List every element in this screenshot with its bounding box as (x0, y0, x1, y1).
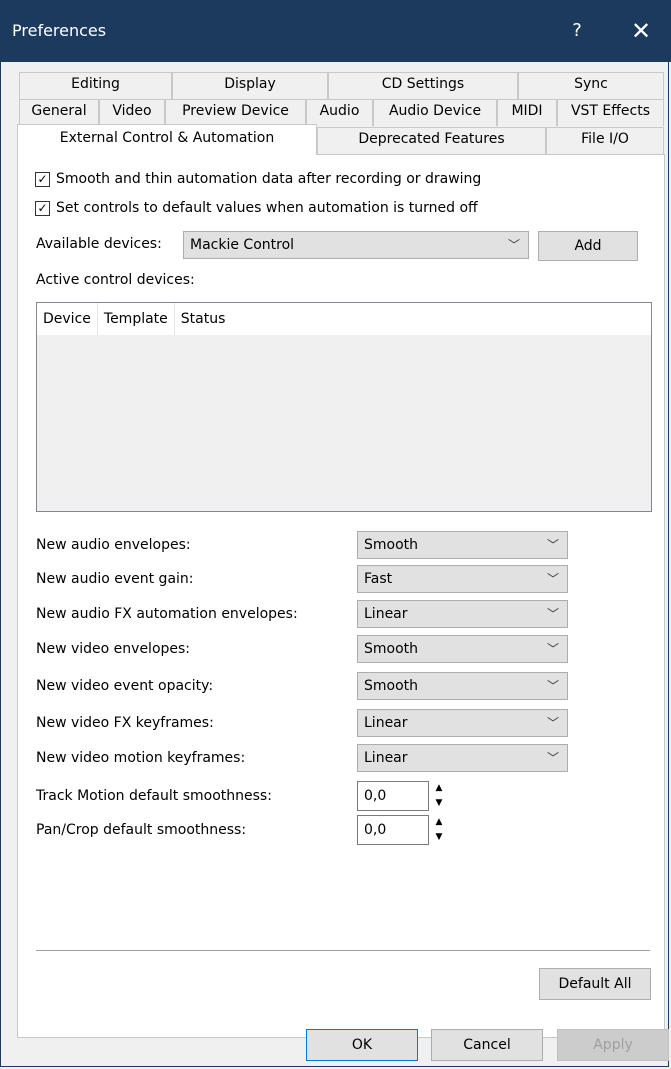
chevron-up-icon[interactable]: ▲ (433, 815, 445, 830)
setting-value: Linear (364, 750, 408, 766)
tab-file-io[interactable]: File I/O (546, 127, 664, 154)
pan-crop-smoothness-input[interactable]: 0,0 (357, 815, 429, 845)
chevron-up-icon[interactable]: ▲ (433, 781, 445, 796)
chevron-down-icon: ﹀ (546, 642, 559, 656)
chevron-down-icon: ﹀ (546, 679, 559, 693)
window-title: Preferences (12, 21, 107, 40)
apply-button[interactable]: Apply (557, 1029, 669, 1061)
setting-label-audio-fx-automation: New audio FX automation envelopes: (36, 606, 298, 622)
pan-crop-smoothness-stepper[interactable]: 0,0 ▲ ▼ (357, 815, 445, 845)
check-icon: ✓ (35, 200, 50, 216)
stepper-arrows[interactable]: ▲ ▼ (433, 781, 445, 811)
setting-value: Fast (364, 571, 393, 587)
active-devices-label: Active control devices: (36, 272, 195, 288)
stepper-arrows[interactable]: ▲ ▼ (433, 815, 445, 845)
chevron-down-icon: ﹀ (546, 751, 559, 765)
separator (36, 950, 650, 951)
tab-general[interactable]: General (19, 99, 99, 126)
list-header: Device Template Status (37, 303, 231, 335)
chevron-down-icon[interactable]: ▼ (433, 830, 445, 845)
tab-preview-device[interactable]: Preview Device (165, 99, 306, 126)
tab-audio[interactable]: Audio (306, 99, 373, 126)
video-motion-keyframes-select[interactable]: Linear ﹀ (357, 744, 568, 772)
setting-label-audio-event-gain: New audio event gain: (36, 571, 194, 587)
list-body (37, 335, 651, 511)
track-motion-smoothness-stepper[interactable]: 0,0 ▲ ▼ (357, 781, 445, 811)
active-devices-list[interactable]: Device Template Status (36, 302, 652, 512)
setting-value: Smooth (364, 678, 419, 694)
smooth-thin-label: Smooth and thin automation data after re… (56, 171, 482, 187)
column-status[interactable]: Status (175, 303, 232, 335)
setting-value: Smooth (364, 641, 419, 657)
tab-midi[interactable]: MIDI (497, 99, 557, 126)
video-envelopes-select[interactable]: Smooth ﹀ (357, 635, 568, 663)
column-template[interactable]: Template (98, 303, 175, 335)
tab-display[interactable]: Display (172, 72, 328, 99)
setting-label-video-event-opacity: New video event opacity: (36, 678, 214, 694)
setting-label-video-fx-keyframes: New video FX keyframes: (36, 715, 214, 731)
audio-fx-automation-select[interactable]: Linear ﹀ (357, 600, 568, 628)
chevron-down-icon: ﹀ (546, 538, 559, 552)
track-motion-smoothness-label: Track Motion default smoothness: (36, 788, 272, 804)
default-values-checkbox[interactable]: ✓ Set controls to default values when au… (35, 200, 478, 216)
chevron-down-icon: ﹀ (507, 238, 520, 252)
tab-cd-settings[interactable]: CD Settings (328, 72, 518, 99)
available-devices-select[interactable]: Mackie Control ﹀ (183, 231, 529, 259)
help-button[interactable]: ? (562, 16, 592, 46)
add-device-button[interactable]: Add (538, 231, 638, 261)
ok-button[interactable]: OK (306, 1029, 418, 1061)
setting-label-video-motion-keyframes: New video motion keyframes: (36, 750, 246, 766)
available-devices-value: Mackie Control (190, 237, 295, 253)
check-icon: ✓ (35, 171, 50, 187)
default-values-label: Set controls to default values when auto… (56, 200, 478, 216)
tab-vst-effects[interactable]: VST Effects (557, 99, 664, 126)
video-fx-keyframes-select[interactable]: Linear ﹀ (357, 709, 568, 737)
pan-crop-smoothness-label: Pan/Crop default smoothness: (36, 822, 247, 838)
close-button[interactable]: ✕ (624, 14, 658, 48)
title-bar: Preferences ? ✕ (0, 0, 671, 62)
tab-audio-device[interactable]: Audio Device (373, 99, 497, 126)
chevron-down-icon: ﹀ (546, 716, 559, 730)
chevron-down-icon: ﹀ (546, 607, 559, 621)
audio-envelopes-select[interactable]: Smooth ﹀ (357, 531, 568, 559)
setting-value: Linear (364, 715, 408, 731)
tab-sync[interactable]: Sync (518, 72, 664, 99)
audio-event-gain-select[interactable]: Fast ﹀ (357, 565, 568, 593)
chevron-down-icon: ﹀ (546, 572, 559, 586)
column-device[interactable]: Device (37, 303, 98, 335)
cancel-button[interactable]: Cancel (431, 1029, 543, 1061)
available-devices-label: Available devices: (36, 236, 162, 252)
chevron-down-icon[interactable]: ▼ (433, 796, 445, 811)
smooth-thin-checkbox[interactable]: ✓ Smooth and thin automation data after … (35, 171, 481, 187)
tab-video[interactable]: Video (99, 99, 165, 126)
tab-external-control-automation[interactable]: External Control & Automation (17, 124, 317, 155)
setting-value: Linear (364, 606, 408, 622)
setting-label-video-envelopes: New video envelopes: (36, 641, 191, 657)
video-event-opacity-select[interactable]: Smooth ﹀ (357, 672, 568, 700)
track-motion-smoothness-input[interactable]: 0,0 (357, 781, 429, 811)
tab-deprecated-features[interactable]: Deprecated Features (317, 127, 546, 154)
setting-label-audio-envelopes: New audio envelopes: (36, 537, 191, 553)
default-all-button[interactable]: Default All (539, 968, 651, 1000)
tab-editing[interactable]: Editing (19, 72, 172, 99)
setting-value: Smooth (364, 537, 419, 553)
